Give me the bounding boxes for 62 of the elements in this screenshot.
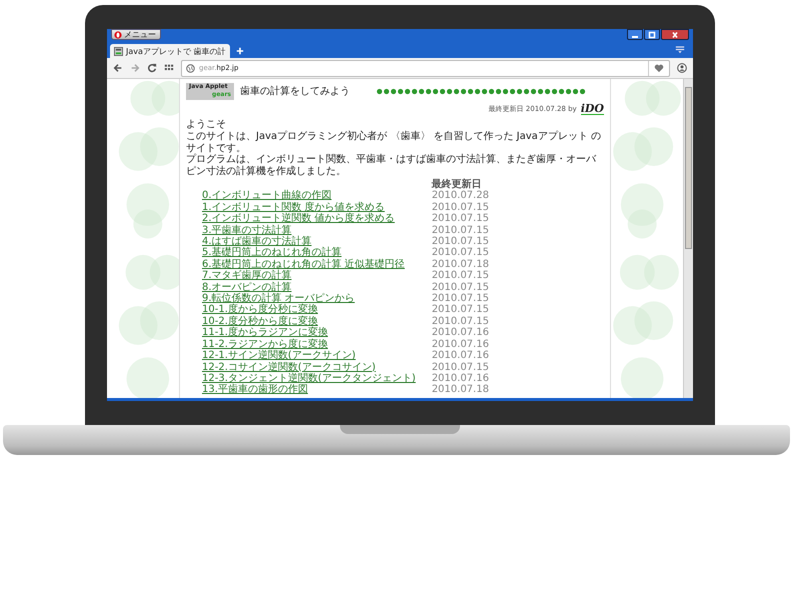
date-text: 2010.07.18 [432,258,489,270]
tab-menu-icon[interactable] [675,45,685,54]
browser-tab[interactable]: Javaアプレットで 歯車の計 [110,44,230,58]
date-text: 2010.07.15 [432,236,489,248]
intro-paragraph: このサイトは、Javaプログラミング初心者が 〈歯車〉 を自習して作った Javaアプレット のサイトです。 [186,131,602,154]
page-link[interactable]: 8.オーバピンの計算 [202,282,416,294]
page-link[interactable]: 5.基礎円筒上のねじれ角の計算 [202,247,416,259]
heart-icon[interactable] [654,64,664,72]
page-link[interactable]: 3.平歯車の寸法計算 [202,224,416,236]
date-text: 2010.07.28 [432,190,489,202]
date-text: 2010.07.15 [432,247,489,259]
scrollbar-thumb[interactable] [685,87,692,249]
back-icon[interactable] [113,63,123,73]
page-link[interactable]: 4.はすば歯車の寸法計算 [202,236,416,248]
page-title: 歯車の計算をしてみよう [240,84,350,98]
date-text: 2010.07.15 [432,224,489,236]
speed-dial-icon[interactable] [164,63,174,73]
date-text: 2010.07.15 [432,362,489,373]
globe-icon [186,64,195,72]
date-text: 2010.07.15 [432,202,489,214]
date-text: 2010.07.15 [432,282,489,294]
new-tab-icon[interactable] [236,47,244,55]
page-link[interactable]: 12-2.コサイン逆関数(アークコサイン) [202,362,416,373]
date-text: 2010.07.16 [432,327,489,339]
page-link[interactable]: 1.インボリュート関数 度から値を求める [202,202,416,214]
page-link[interactable]: 12-3.タンジェント逆関数(アークタンジェント) [202,372,416,384]
page-link[interactable]: 7.マタギ歯厚の計算 [202,270,416,282]
close-icon [670,30,680,38]
close-button[interactable] [661,29,689,40]
date-text: 2010.07.16 [432,350,489,362]
page-link[interactable]: 0.インボリュート曲線の作図 [202,190,416,202]
page-link[interactable]: 10-1.度から度分秒に変換 [202,304,416,316]
maximize-button[interactable] [644,29,660,40]
date-text: 2010.07.15 [432,213,489,225]
page-link[interactable]: 2.インボリュート逆関数 値から度を求める [202,213,416,225]
page-link[interactable]: 11-1.度からラジアンに変換 [202,327,416,339]
page-link[interactable]: 10-2.度分秒から度に変換 [202,316,416,328]
browser-logo-icon [114,30,122,38]
menu-button[interactable]: メニュー [111,29,161,40]
page-link[interactable]: 12-1.サイン逆関数(アークサイン) [202,350,416,362]
minimize-button[interactable] [627,29,643,40]
intro-paragraph: プログラムは、インボリュート関数、平歯車・はすば歯車の寸法計算、またぎ歯厚・オーバピン寸法の計算機を作成しました。 [186,154,598,177]
date-text: 2010.07.16 [432,372,489,384]
date-text: 2010.07.15 [432,304,489,316]
date-text: 2010.07.16 [432,338,489,350]
reload-icon[interactable] [147,63,157,73]
column-heading: 最終更新日 [432,179,483,190]
maximize-icon [647,30,657,38]
date-text: 2010.07.15 [432,316,489,328]
tab-title: Javaアプレットで 歯車の計 [126,46,226,56]
page-link[interactable]: 11-2.ラジアンから度に変換 [202,338,416,350]
welcome-heading: ようこそ [186,119,227,131]
account-icon[interactable] [677,63,687,73]
date-text: 2010.07.15 [432,293,489,304]
date-text: 2010.07.18 [432,384,489,396]
page-link[interactable]: 13.平歯車の歯形の作図 [202,384,416,396]
author-logo: iDO [580,103,604,115]
page-link[interactable]: 6.基礎円筒上のねじれ角の計算 近似基礎円径 [202,258,416,270]
page-link[interactable]: 9.転位係数の計算 オーバピンから [202,293,416,304]
page-favicon-icon [114,46,123,56]
scrollbar[interactable] [683,79,693,398]
date-text: 2010.07.15 [432,270,489,282]
